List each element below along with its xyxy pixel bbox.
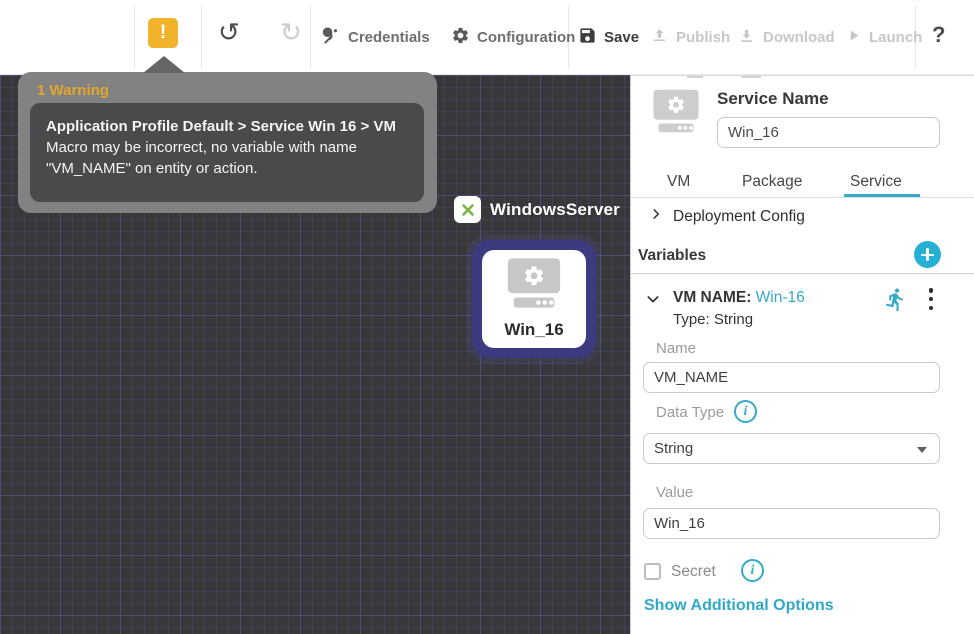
service-node[interactable]: Win_16 — [472, 240, 596, 358]
gear-icon — [451, 26, 470, 50]
app-window: ! ↺ ↻ Credentials Configuration Save — [0, 0, 974, 634]
warning-popover-title: 1 Warning — [37, 82, 109, 99]
node-type-label: WindowsServer — [490, 200, 620, 220]
variable-name-label: VM NAME: — [673, 289, 751, 306]
node-caption: WindowsServer — [454, 196, 620, 223]
warning-popover: 1 Warning Application Profile Default > … — [18, 72, 437, 213]
tabs-divider — [631, 197, 974, 198]
warning-path-line: Application Profile Default > Service Wi… — [46, 116, 408, 137]
runtime-binding-icon[interactable] — [883, 287, 908, 317]
warning-text-line1: Macro may be incorrect, no variable with… — [46, 137, 408, 158]
tab-package[interactable]: Package — [742, 173, 802, 191]
toolbar-divider — [310, 5, 311, 69]
data-type-label: Data Type — [656, 404, 724, 421]
credentials-label: Credentials — [348, 29, 430, 46]
publish-button[interactable]: Publish — [650, 0, 730, 75]
publish-label: Publish — [676, 29, 730, 46]
credentials-button[interactable]: Credentials — [322, 0, 430, 75]
name-field-label: Name — [656, 340, 696, 357]
redo-icon[interactable]: ↻ — [280, 14, 302, 52]
download-label: Download — [763, 29, 835, 46]
data-type-value: String — [654, 440, 693, 457]
download-button[interactable]: Download — [737, 0, 835, 75]
windows-server-icon — [454, 196, 481, 223]
toolbar-divider — [134, 5, 135, 69]
tab-service[interactable]: Service — [850, 173, 902, 191]
chevron-down-icon[interactable] — [645, 291, 661, 312]
secret-label: Secret — [671, 563, 716, 581]
warnings-button[interactable]: ! — [148, 18, 178, 48]
service-name-label: Service Name — [717, 89, 829, 109]
variable-value-input[interactable] — [643, 508, 940, 539]
save-icon — [578, 26, 597, 50]
warning-exclamation-icon: ! — [160, 22, 166, 43]
vm-service-icon — [651, 89, 701, 138]
data-type-select[interactable]: String — [643, 433, 940, 464]
toolbar-divider — [201, 5, 202, 69]
help-button[interactable]: ? — [932, 22, 945, 48]
launch-button[interactable]: Launch — [845, 0, 922, 75]
play-icon — [845, 27, 862, 49]
node-name-label: Win_16 — [504, 320, 563, 340]
popover-arrow — [143, 56, 185, 73]
key-icon — [322, 26, 341, 50]
variable-menu-button[interactable] — [922, 288, 940, 310]
warning-text-line2: "VM_NAME" on entity or action. — [46, 158, 408, 179]
variable-header[interactable]: VM NAME: Win-16 — [673, 289, 805, 307]
undo-icon[interactable]: ↺ — [218, 14, 240, 52]
save-button[interactable]: Save — [578, 0, 639, 75]
tab-vm[interactable]: VM — [667, 173, 690, 191]
variables-heading: Variables — [638, 247, 706, 265]
clipped-content-remnant — [687, 76, 703, 78]
clipped-content-remnant — [741, 76, 761, 78]
deployment-config-toggle[interactable]: Deployment Config — [649, 207, 805, 226]
save-label: Save — [604, 29, 639, 46]
variables-divider — [631, 273, 974, 274]
info-icon[interactable]: i — [741, 559, 764, 582]
properties-panel: Service Name VM Package Service Deployme… — [630, 75, 974, 634]
variable-name-value: Win-16 — [756, 289, 805, 306]
secret-checkbox[interactable] — [644, 563, 661, 580]
chevron-right-icon — [649, 207, 663, 226]
add-variable-button[interactable] — [914, 241, 941, 268]
download-icon — [737, 26, 756, 50]
value-field-label: Value — [656, 484, 693, 501]
configuration-label: Configuration — [477, 29, 575, 46]
launch-label: Launch — [869, 29, 922, 46]
configuration-button[interactable]: Configuration — [451, 0, 575, 75]
show-additional-options-link[interactable]: Show Additional Options — [644, 597, 834, 615]
warning-message: Application Profile Default > Service Wi… — [30, 103, 424, 202]
caret-down-icon — [917, 447, 927, 453]
service-name-input[interactable] — [717, 117, 940, 148]
variable-type-label: Type: String — [673, 311, 753, 328]
info-icon[interactable]: i — [734, 400, 757, 423]
publish-icon — [650, 26, 669, 50]
variable-name-input[interactable] — [643, 362, 940, 393]
vm-service-icon — [505, 258, 563, 313]
deployment-config-label: Deployment Config — [673, 208, 805, 226]
service-node-body: Win_16 — [482, 250, 586, 348]
